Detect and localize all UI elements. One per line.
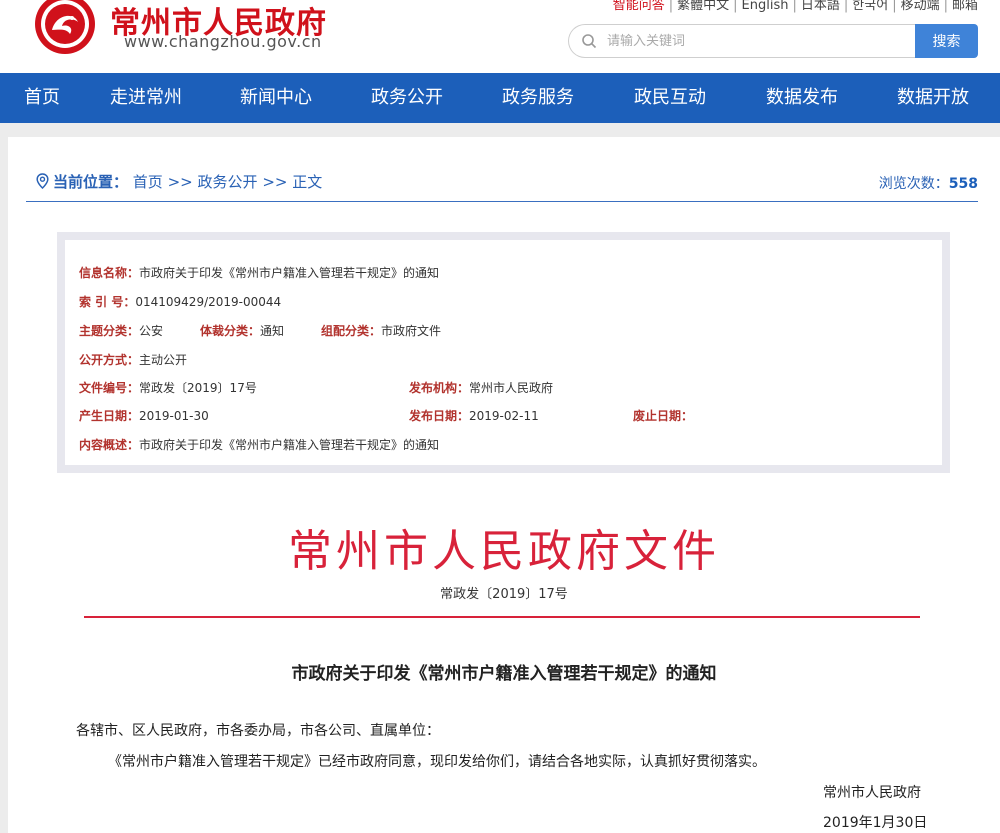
top-link-qa[interactable]: 智能问答: [613, 0, 665, 13]
top-link-english[interactable]: English: [742, 0, 789, 13]
view-count: 浏览次数：558: [879, 173, 978, 193]
content-panel: 当前位置： 首页 >> 政务公开 >> 正文 浏览次数：558 信息名称：市政府…: [8, 137, 1000, 833]
nav-item-gov-open[interactable]: 政务公开: [371, 73, 443, 123]
document-red-title: 常州市人民政府文件: [288, 526, 720, 577]
nav-item-home[interactable]: 首页: [24, 73, 60, 123]
breadcrumb-label: 当前位置：: [53, 173, 129, 191]
view-count-value: 558: [948, 176, 978, 192]
breadcrumb: 当前位置： 首页 >> 政务公开 >> 正文: [36, 171, 322, 192]
main-nav: 首页 走进常州 新闻中心 政务公开 政务服务 政民互动 数据发布 数据开放: [0, 73, 1000, 123]
search-input[interactable]: [607, 25, 907, 57]
location-pin-icon: [36, 173, 49, 189]
nav-item-interaction[interactable]: 政民互动: [634, 73, 706, 123]
search-button[interactable]: 搜索: [915, 24, 978, 58]
info-created: 产生日期：2019-01-30: [79, 409, 209, 423]
notice-salutation: 各辖市、区人民政府，市各委办局，市各公司、直属单位：: [76, 723, 440, 739]
search-box: [568, 24, 916, 58]
info-summary-row: 内容概述：市政府关于印发《常州市户籍准入管理若干规定》的通知: [79, 438, 440, 452]
info-publisher: 发布机构：常州市人民政府: [409, 381, 554, 395]
info-published: 发布日期：2019-02-11: [409, 409, 539, 423]
breadcrumb-separator: >>: [167, 173, 193, 191]
nav-item-gov-service[interactable]: 政务服务: [502, 73, 574, 123]
nav-item-data-open[interactable]: 数据开放: [897, 73, 969, 123]
document-info-table: 信息名称：市政府关于印发《常州市户籍准入管理若干规定》的通知 索 引 号：014…: [65, 240, 942, 465]
breadcrumb-separator: >>: [262, 173, 288, 191]
site-url: www.changzhou.gov.cn: [124, 32, 322, 51]
breadcrumb-current: 正文: [292, 173, 323, 191]
info-expire: 废止日期：: [633, 409, 694, 423]
nav-item-about[interactable]: 走进常州: [110, 73, 182, 123]
info-name-row: 信息名称：市政府关于印发《常州市户籍准入管理若干规定》的通知: [79, 266, 440, 280]
top-link-mobile[interactable]: 移动端: [901, 0, 940, 13]
info-genre: 体裁分类：通知: [200, 324, 285, 338]
view-count-label: 浏览次数：: [878, 176, 949, 192]
document-number: 常政发〔2019〕17号: [440, 587, 568, 602]
nav-item-data-release[interactable]: 数据发布: [766, 73, 838, 123]
info-docno: 文件编号：常政发〔2019〕17号: [79, 381, 257, 395]
info-index-row: 索 引 号：014109429/2019-00044: [79, 295, 282, 309]
site-logo-icon[interactable]: [30, 0, 100, 56]
nav-item-news[interactable]: 新闻中心: [240, 73, 312, 123]
document-info-box: 信息名称：市政府关于印发《常州市户籍准入管理若干规定》的通知 索 引 号：014…: [57, 232, 950, 473]
breadcrumb-home[interactable]: 首页: [133, 173, 163, 191]
notice-body: 《常州市户籍准入管理若干规定》已经市政府同意，现印发给你们，请结合各地实际，认真…: [108, 754, 766, 770]
top-links: 智能问答 | 繁體中文 | English | 日本語 | 한국어 | 移动端 | 邮箱: [612, 0, 978, 13]
notice-date: 2019年1月30日: [823, 815, 928, 831]
top-link-traditional[interactable]: 繁體中文: [677, 0, 729, 13]
site-header: 常州市人民政府 www.changzhou.gov.cn 智能问答 | 繁體中文 | E…: [0, 0, 1000, 73]
top-link-korean[interactable]: 한국어: [852, 0, 888, 13]
breadcrumb-gov-open[interactable]: 政务公开: [198, 173, 258, 191]
info-org: 组配分类：市政府文件: [321, 324, 442, 338]
dragon-emblem-icon: [35, 0, 95, 54]
notice-title: 市政府关于印发《常州市户籍准入管理若干规定》的通知: [291, 664, 717, 684]
breadcrumb-divider: [26, 201, 978, 202]
document-red-divider: [84, 616, 920, 618]
top-link-japanese[interactable]: 日本語: [801, 0, 840, 13]
top-link-mail[interactable]: 邮箱: [952, 0, 978, 13]
info-topic: 主题分类：公安: [79, 324, 164, 338]
notice-signature: 常州市人民政府: [823, 785, 921, 801]
info-open-row: 公开方式：主动公开: [79, 353, 188, 367]
search-icon: [582, 34, 597, 49]
